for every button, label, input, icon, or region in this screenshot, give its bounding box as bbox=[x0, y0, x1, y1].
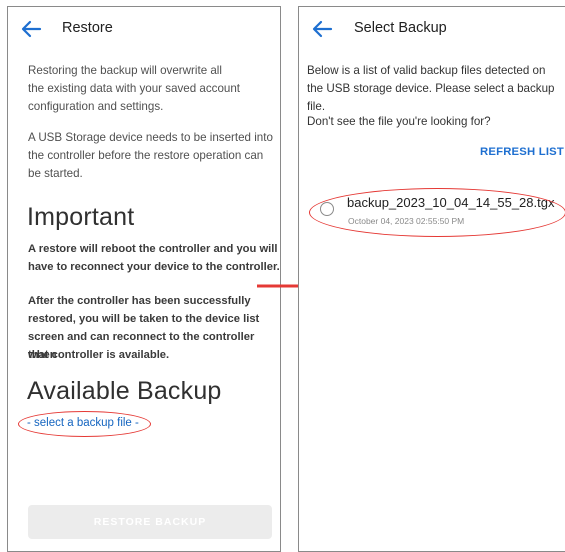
intro-line-2: the existing data with your saved accoun… bbox=[28, 82, 241, 95]
page-title: Restore bbox=[62, 20, 113, 36]
refresh-list-button[interactable]: REFRESH LIST bbox=[480, 146, 564, 158]
intro-line-1: Restoring the backup will overwrite all bbox=[28, 64, 222, 77]
desc-line-1: Below is a list of valid backup files de… bbox=[307, 64, 546, 77]
annotation-circle bbox=[309, 188, 565, 237]
desc-line-2: the USB storage device. Please select a … bbox=[307, 82, 555, 95]
important-heading: Important bbox=[27, 203, 135, 231]
available-backup-heading: Available Backup bbox=[27, 377, 222, 405]
restore-screen: Restore Restoring the backup will overwr… bbox=[7, 6, 281, 552]
after-line-4: that controller is available. bbox=[28, 349, 170, 361]
after-line-1: After the controller has been successful… bbox=[28, 295, 251, 307]
page-title: Select Backup bbox=[354, 20, 447, 36]
reboot-line-2: have to reconnect your device to the con… bbox=[28, 261, 280, 273]
usb-line-2: the controller before the restore operat… bbox=[28, 149, 264, 162]
reboot-line-1: A restore will reboot the controller and… bbox=[28, 243, 278, 255]
usb-line-3: be started. bbox=[28, 167, 83, 180]
intro-line-3: configuration and settings. bbox=[28, 100, 164, 113]
desc-line-4: Don't see the file you're looking for? bbox=[307, 115, 491, 128]
restore-backup-button[interactable]: RESTORE BACKUP bbox=[28, 505, 272, 539]
back-arrow-icon[interactable] bbox=[311, 19, 333, 39]
app-bar: Select Backup bbox=[299, 7, 565, 51]
select-backup-screen: Select Backup Below is a list of valid b… bbox=[298, 6, 565, 552]
annotation-circle bbox=[18, 411, 151, 437]
app-bar: Restore bbox=[8, 7, 280, 51]
usb-line-1: A USB Storage device needs to be inserte… bbox=[28, 131, 273, 144]
after-line-2: restored, you will be taken to the devic… bbox=[28, 313, 260, 325]
back-arrow-icon[interactable] bbox=[20, 19, 42, 39]
